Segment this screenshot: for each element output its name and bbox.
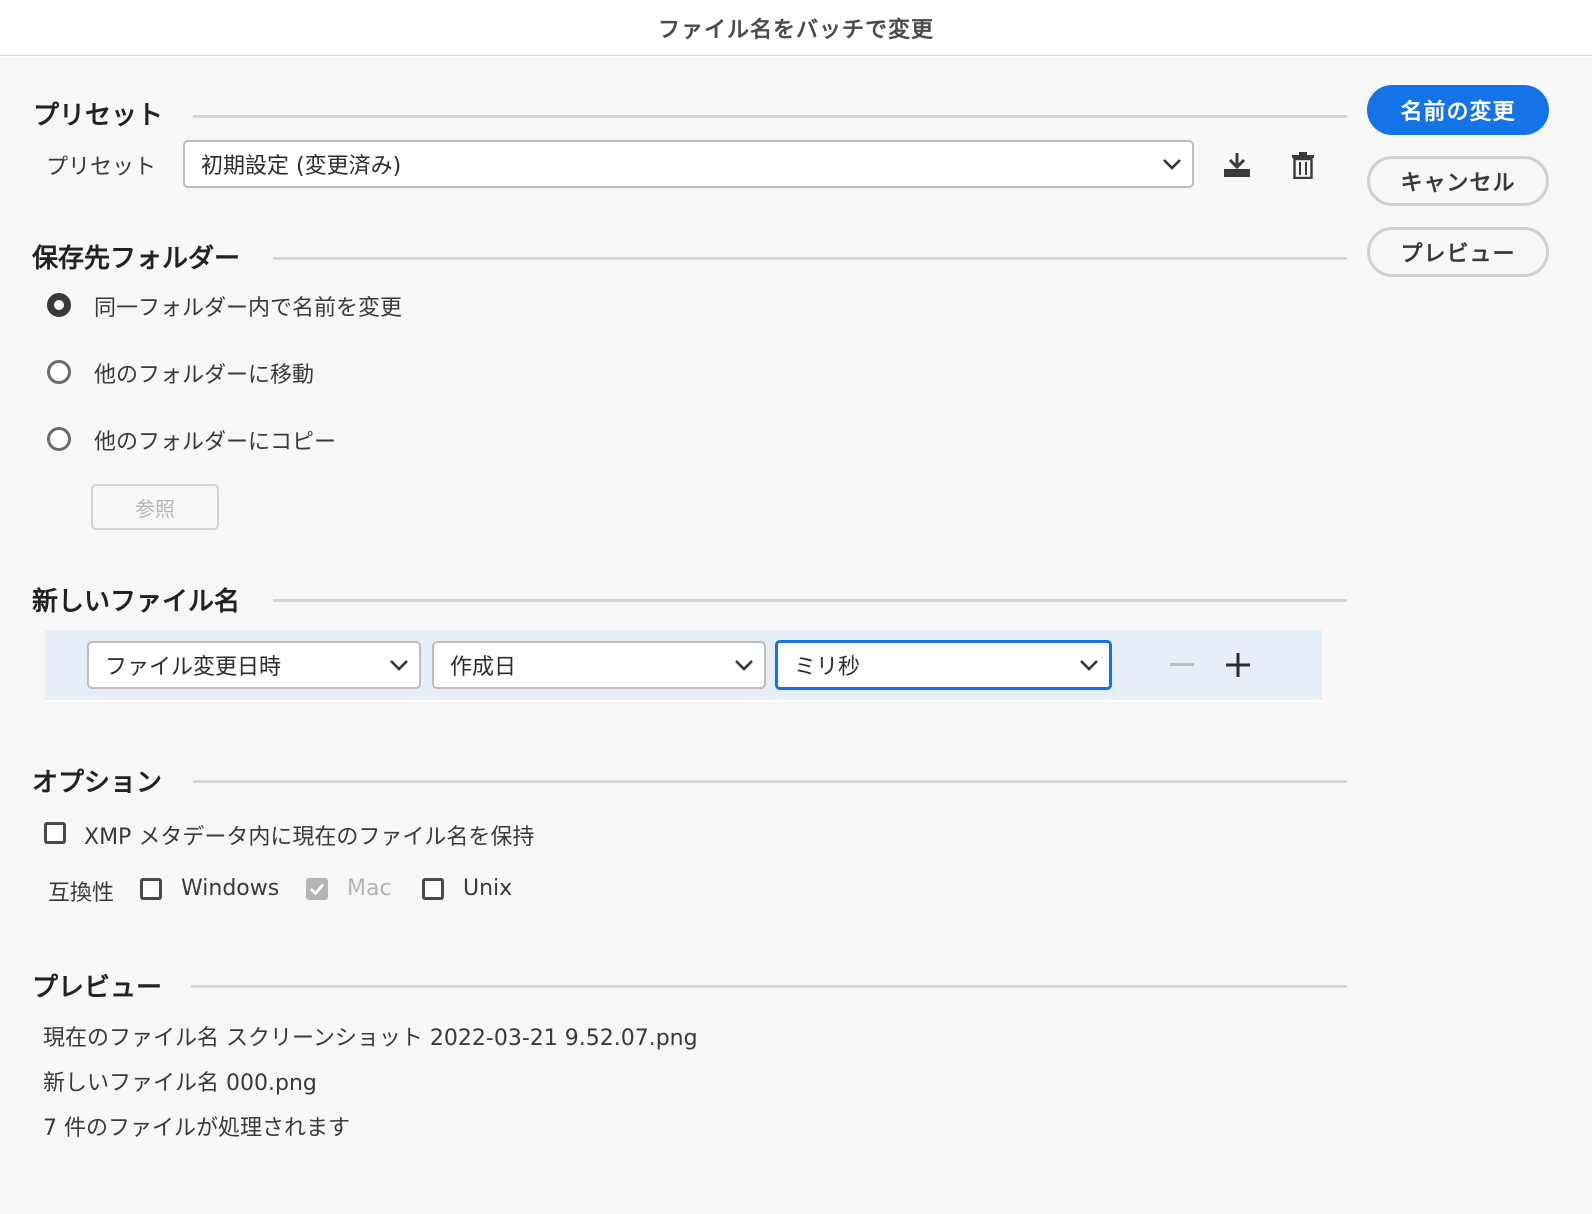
- date-format-value: ミリ秒: [794, 655, 861, 680]
- section-divider: [273, 257, 1347, 260]
- date-type-value: 作成日: [450, 655, 517, 680]
- section-divider: [193, 780, 1347, 783]
- radio-label: 同一フォルダー内で名前を変更: [94, 296, 403, 321]
- checkmark-icon: [310, 883, 324, 896]
- options-section-title: オプション: [32, 768, 163, 798]
- preset-dropdown-value: 初期設定 (変更済み): [201, 154, 402, 179]
- destination-section-title: 保存先フォルダー: [32, 244, 241, 274]
- unix-label: Unix: [463, 876, 513, 901]
- chevron-down-icon: [724, 643, 764, 687]
- minus-icon[interactable]: [1166, 650, 1198, 680]
- dialog-body: 名前の変更 キャンセル プレビュー プリセット プリセット 初期設定 (変更済み…: [0, 57, 1592, 1214]
- windows-label: Windows: [181, 876, 280, 901]
- radio-copy-folder[interactable]: [47, 427, 71, 451]
- download-icon[interactable]: [1219, 147, 1255, 183]
- current-filename-label: 現在のファイル名: [43, 1026, 220, 1051]
- rule-type-value: ファイル変更日時: [105, 655, 282, 680]
- new-filename-section-title: 新しいファイル名: [32, 587, 241, 617]
- preview-button[interactable]: プレビュー: [1367, 227, 1549, 277]
- chevron-down-icon: [379, 643, 419, 687]
- browse-button[interactable]: 参照: [91, 484, 219, 530]
- rename-button[interactable]: 名前の変更: [1367, 85, 1549, 135]
- preset-field-label: プリセット: [46, 155, 157, 180]
- radio-rename-same-folder[interactable]: [47, 293, 71, 317]
- compat-label: 互換性: [48, 881, 115, 906]
- chevron-down-icon: [1069, 643, 1109, 687]
- cancel-button[interactable]: キャンセル: [1367, 156, 1549, 206]
- new-filename-row: 新しいファイル名 000.png: [43, 1065, 317, 1097]
- current-filename-row: 現在のファイル名 スクリーンショット 2022-03-21 9.52.07.pn…: [43, 1020, 698, 1052]
- date-type-dropdown[interactable]: 作成日: [432, 641, 766, 689]
- window-title: ファイル名をバッチで変更: [657, 17, 934, 43]
- file-count-text: 7 件のファイルが処理されます: [43, 1116, 350, 1141]
- radio-label: 他のフォルダーに移動: [94, 363, 315, 388]
- title-bar: ファイル名をバッチで変更: [0, 0, 1592, 56]
- windows-checkbox[interactable]: [140, 878, 162, 900]
- filename-rule-row: ファイル変更日時 作成日 ミリ秒: [45, 630, 1322, 700]
- new-filename-label: 新しいファイル名: [43, 1071, 220, 1096]
- date-format-dropdown[interactable]: ミリ秒: [775, 640, 1112, 690]
- mac-label: Mac: [347, 876, 392, 901]
- section-divider: [193, 115, 1347, 118]
- radio-move-folder[interactable]: [47, 360, 71, 384]
- unix-checkbox[interactable]: [422, 878, 444, 900]
- mac-checkbox[interactable]: [306, 878, 328, 900]
- radio-label: 他のフォルダーにコピー: [94, 430, 337, 455]
- current-filename-value: スクリーンショット 2022-03-21 9.52.07.png: [226, 1026, 698, 1051]
- section-divider: [191, 985, 1347, 988]
- preset-dropdown[interactable]: 初期設定 (変更済み): [183, 140, 1194, 188]
- preset-section-title: プリセット: [33, 101, 164, 131]
- keep-xmp-label: XMP メタデータ内に現在のファイル名を保持: [84, 825, 535, 850]
- section-divider: [273, 599, 1347, 602]
- trash-icon[interactable]: [1286, 147, 1320, 183]
- plus-icon[interactable]: [1222, 649, 1254, 681]
- rule-type-dropdown[interactable]: ファイル変更日時: [87, 641, 421, 689]
- new-filename-value: 000.png: [226, 1071, 317, 1096]
- chevron-down-icon: [1152, 142, 1192, 186]
- preview-section-title: プレビュー: [32, 973, 163, 1003]
- keep-xmp-checkbox[interactable]: [44, 822, 66, 844]
